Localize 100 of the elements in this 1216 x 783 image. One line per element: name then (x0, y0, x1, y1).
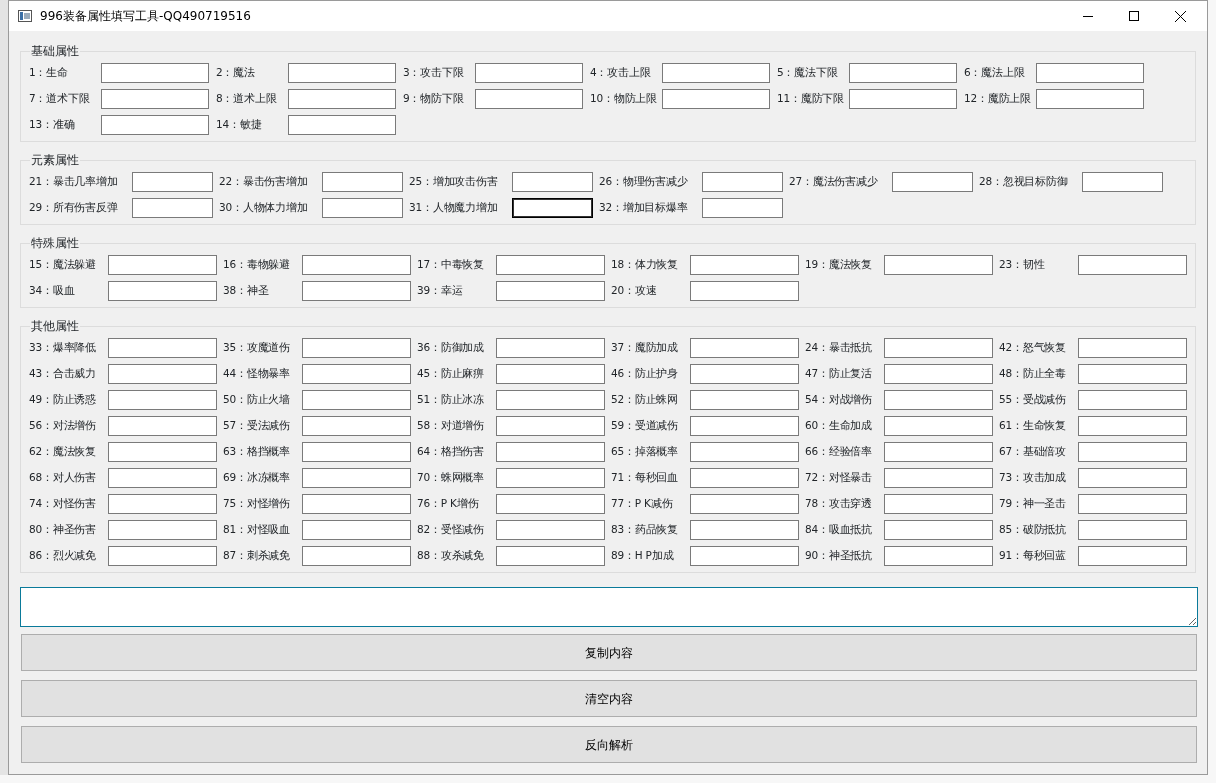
input-field[interactable] (132, 172, 213, 192)
input-field[interactable] (512, 198, 593, 218)
field-label: 77：P K减伤 (611, 496, 674, 512)
input-field[interactable] (302, 520, 411, 540)
field-label: 67：基础倍攻 (999, 444, 1067, 460)
input-field[interactable] (1078, 255, 1187, 275)
input-field[interactable] (475, 89, 583, 109)
input-field[interactable] (132, 198, 213, 218)
field-label: 73：攻击加成 (999, 470, 1067, 486)
input-field[interactable] (690, 255, 799, 275)
input-field[interactable] (662, 89, 770, 109)
input-field[interactable] (1078, 416, 1187, 436)
input-field[interactable] (1078, 468, 1187, 488)
input-field[interactable] (302, 255, 411, 275)
input-field[interactable] (108, 468, 217, 488)
input-field[interactable] (1078, 546, 1187, 566)
input-field[interactable] (108, 338, 217, 358)
input-field[interactable] (101, 115, 209, 135)
input-field[interactable] (302, 364, 411, 384)
field-label: 63：格挡概率 (223, 444, 291, 460)
input-field[interactable] (690, 281, 799, 301)
input-field[interactable] (1082, 172, 1163, 192)
input-field[interactable] (302, 390, 411, 410)
input-field[interactable] (496, 281, 605, 301)
input-field[interactable] (1078, 338, 1187, 358)
input-field[interactable] (302, 416, 411, 436)
input-field[interactable] (496, 364, 605, 384)
input-field[interactable] (288, 115, 396, 135)
input-field[interactable] (101, 63, 209, 83)
input-field[interactable] (1078, 442, 1187, 462)
field-label: 59：受道减伤 (611, 418, 679, 434)
input-field[interactable] (884, 468, 993, 488)
input-field[interactable] (108, 546, 217, 566)
input-field[interactable] (849, 63, 957, 83)
input-field[interactable] (108, 390, 217, 410)
input-field[interactable] (884, 442, 993, 462)
input-field[interactable] (884, 546, 993, 566)
input-field[interactable] (322, 172, 403, 192)
input-field[interactable] (288, 89, 396, 109)
input-field[interactable] (475, 63, 583, 83)
input-field[interactable] (662, 63, 770, 83)
input-field[interactable] (101, 89, 209, 109)
input-field[interactable] (884, 255, 993, 275)
input-field[interactable] (302, 546, 411, 566)
input-field[interactable] (496, 390, 605, 410)
action-button[interactable]: 清空内容 (21, 680, 1197, 717)
input-field[interactable] (496, 494, 605, 514)
input-field[interactable] (302, 281, 411, 301)
input-field[interactable] (108, 364, 217, 384)
input-field[interactable] (288, 63, 396, 83)
action-button[interactable]: 复制内容 (21, 634, 1197, 671)
input-field[interactable] (702, 198, 783, 218)
input-field[interactable] (302, 468, 411, 488)
input-field[interactable] (1078, 390, 1187, 410)
input-field[interactable] (108, 255, 217, 275)
input-field[interactable] (690, 364, 799, 384)
field-label: 76：P K增伤 (417, 496, 480, 512)
input-field[interactable] (108, 416, 217, 436)
input-field[interactable] (512, 172, 593, 192)
input-field[interactable] (302, 494, 411, 514)
input-field[interactable] (690, 338, 799, 358)
input-field[interactable] (1036, 63, 1144, 83)
input-field[interactable] (108, 520, 217, 540)
input-field[interactable] (108, 494, 217, 514)
input-field[interactable] (884, 416, 993, 436)
input-field[interactable] (884, 390, 993, 410)
input-field[interactable] (108, 281, 217, 301)
input-field[interactable] (496, 338, 605, 358)
input-field[interactable] (496, 546, 605, 566)
action-button[interactable]: 反向解析 (21, 726, 1197, 763)
input-field[interactable] (690, 468, 799, 488)
input-field[interactable] (690, 494, 799, 514)
input-field[interactable] (1078, 520, 1187, 540)
input-field[interactable] (496, 468, 605, 488)
input-field[interactable] (690, 390, 799, 410)
field-label: 34：吸血 (29, 283, 76, 299)
input-field[interactable] (702, 172, 783, 192)
input-field[interactable] (496, 255, 605, 275)
input-field[interactable] (302, 442, 411, 462)
input-field[interactable] (892, 172, 973, 192)
input-field[interactable] (322, 198, 403, 218)
input-field[interactable] (690, 416, 799, 436)
input-field[interactable] (302, 338, 411, 358)
input-field[interactable] (108, 442, 217, 462)
input-field[interactable] (690, 442, 799, 462)
input-field[interactable] (1078, 494, 1187, 514)
input-field[interactable] (690, 546, 799, 566)
input-field[interactable] (496, 416, 605, 436)
input-field[interactable] (1078, 364, 1187, 384)
input-field[interactable] (884, 338, 993, 358)
input-field[interactable] (884, 494, 993, 514)
input-field[interactable] (884, 520, 993, 540)
input-field[interactable] (849, 89, 957, 109)
input-field[interactable] (690, 520, 799, 540)
input-field[interactable] (884, 364, 993, 384)
input-field[interactable] (496, 442, 605, 462)
input-field[interactable] (1036, 89, 1144, 109)
output-field[interactable] (20, 587, 1198, 627)
field-label: 36：防御加成 (417, 340, 485, 356)
input-field[interactable] (496, 520, 605, 540)
